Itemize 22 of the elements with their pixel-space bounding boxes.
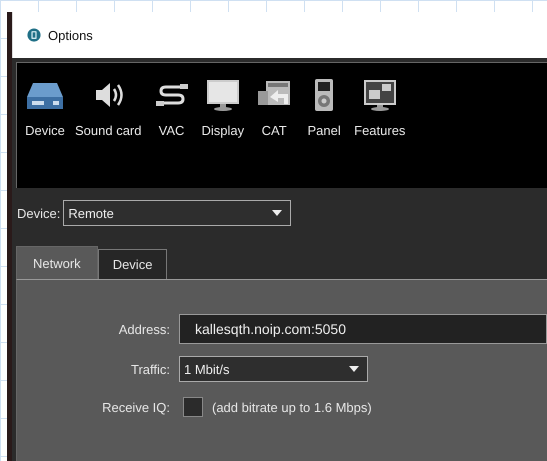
tab[interactable]: Device xyxy=(98,249,168,279)
device-dropdown[interactable]: Remote xyxy=(63,200,292,226)
window-title: Options xyxy=(48,28,93,42)
caret-icon xyxy=(349,366,359,372)
toolbar-button[interactable]: Panel xyxy=(300,77,348,138)
app-icon xyxy=(27,28,41,42)
bitrate-note: (add bitrate up to 1.6 Mbps) xyxy=(212,400,372,414)
traffic-label: Traffic: xyxy=(130,362,170,376)
address-label: Address: xyxy=(118,322,170,336)
toolbar-button[interactable]: VAC xyxy=(148,77,196,138)
address-field[interactable]: kallesqth.noip.com:5050 xyxy=(179,314,547,344)
checkbox[interactable] xyxy=(183,397,203,417)
tab[interactable]: Network xyxy=(16,246,98,279)
traffic-dropdown[interactable]: 1 Mbit/s xyxy=(179,356,368,382)
receive-iq-label: Receive IQ: xyxy=(101,400,170,414)
toolbar-button[interactable]: Display xyxy=(198,77,248,138)
device-label: Device: xyxy=(17,206,60,220)
toolbar-button[interactable]: CAT xyxy=(250,77,298,138)
toolbar-button[interactable]: Features xyxy=(350,77,410,138)
toolbar-button[interactable]: Sound card xyxy=(71,77,146,138)
toolbar-button[interactable]: Device xyxy=(21,77,69,138)
caret-icon xyxy=(272,210,282,216)
